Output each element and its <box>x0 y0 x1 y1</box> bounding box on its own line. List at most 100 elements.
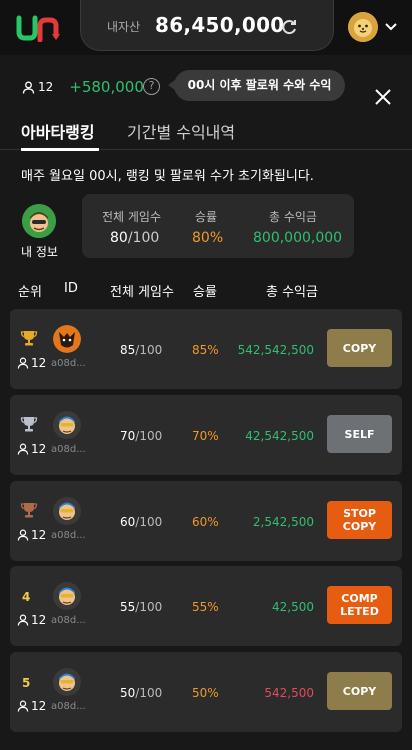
row-follower-count: 12 <box>31 442 47 456</box>
my-stats-box: 전체 게임수 승률 총 수익금 80/100 80% 800,000,000 <box>82 194 354 258</box>
win-rate: 70% <box>192 429 219 443</box>
win-rate: 55% <box>192 600 219 614</box>
self-button[interactable]: SELF <box>327 415 392 453</box>
total-earnings: 542,542,500 <box>237 343 314 357</box>
follower-profit: +580,000 <box>69 78 144 96</box>
col-rank: 순위 <box>18 285 42 300</box>
table-row: 12 a08d... 60/100 60% 2,542,500 STOP COPY <box>10 481 402 561</box>
trophy-icon <box>20 503 38 518</box>
lion-avatar-icon[interactable] <box>348 12 378 42</box>
follower-count: 12 <box>38 80 54 94</box>
my-avatar-icon[interactable] <box>22 204 56 238</box>
table-row: 4 12 a08d... 55/100 55% 42,500 COMP LETED <box>10 566 402 646</box>
games-played: 60/100 <box>120 515 162 529</box>
copy-button[interactable]: COPY <box>327 672 392 710</box>
games-total: /100 <box>135 515 163 529</box>
top-bar: 내자산 86,450,000 <box>0 0 412 55</box>
follower-count-group: 12 <box>17 442 46 456</box>
games-played-value: 85 <box>120 343 136 357</box>
asset-pill: 내자산 86,450,000 <box>80 0 334 51</box>
asset-value: 86,450,000 <box>155 13 285 37</box>
my-earnings-header: 총 수익금 <box>269 210 317 224</box>
trader-avatar-icon[interactable] <box>53 582 81 610</box>
person-icon <box>17 700 29 712</box>
my-games-header: 전체 게임수 <box>102 210 162 224</box>
follower-count-group: 12 <box>17 699 46 713</box>
tab-avatar-ranking[interactable]: 아바타랭킹 <box>21 119 95 143</box>
rank-number: 4 <box>22 590 31 604</box>
col-id: ID <box>64 281 78 296</box>
my-games-played: 80 <box>110 230 128 246</box>
person-icon <box>17 529 29 541</box>
active-tab-indicator <box>21 148 99 151</box>
total-earnings: 42,542,500 <box>245 429 314 443</box>
table-row: 5 12 a08d... 50/100 50% 542,500 COPY <box>10 652 402 732</box>
trophy-icon <box>20 331 38 346</box>
trader-avatar-icon[interactable] <box>53 497 81 525</box>
tab-bar: 아바타랭킹 기간별 수익내역 <box>0 110 412 151</box>
follower-count-group: 12 <box>17 528 46 542</box>
games-played: 50/100 <box>120 686 162 700</box>
total-earnings: 2,542,500 <box>252 515 314 529</box>
my-earnings-value: 800,000,000 <box>253 230 343 246</box>
games-played-value: 50 <box>120 686 136 700</box>
stop-copy-button[interactable]: STOP COPY <box>327 501 392 539</box>
follower-tooltip: 00시 이후 팔로워 수와 수익 <box>168 70 345 101</box>
person-icon <box>17 357 29 369</box>
person-icon <box>22 81 35 94</box>
games-played: 55/100 <box>120 600 162 614</box>
trader-id: a08d... <box>51 444 86 455</box>
my-winrate-header: 승률 <box>195 210 218 224</box>
games-played: 85/100 <box>120 343 162 357</box>
follower-summary: 12 +580,000 <box>22 77 144 97</box>
total-earnings: 42,500 <box>272 600 314 614</box>
follower-count-group: 12 <box>17 613 46 627</box>
person-icon <box>17 614 29 626</box>
trader-avatar-icon[interactable] <box>53 668 81 696</box>
follower-count-group: 12 <box>17 356 46 370</box>
asset-label: 내자산 <box>107 20 141 34</box>
help-icon[interactable]: ? <box>143 78 160 95</box>
win-rate: 60% <box>192 515 219 529</box>
trader-id: a08d... <box>51 530 86 541</box>
row-follower-count: 12 <box>31 356 47 370</box>
trader-id: a08d... <box>51 615 86 626</box>
games-total: /100 <box>135 429 163 443</box>
close-icon[interactable] <box>374 88 392 106</box>
trader-avatar-icon[interactable] <box>53 411 81 439</box>
reset-notice: 매주 월요일 00시, 랭킹 및 팔로워 수가 초기화됩니다. <box>21 169 314 184</box>
chevron-down-icon[interactable] <box>384 21 398 33</box>
person-icon <box>17 443 29 455</box>
my-games-total: /100 <box>127 230 160 246</box>
games-total: /100 <box>135 686 163 700</box>
stop-copy-button[interactable]: COMP LETED <box>327 586 392 624</box>
col-earnings: 총 수익금 <box>266 285 318 300</box>
win-rate: 50% <box>192 686 219 700</box>
my-games-value: 80/100 <box>110 230 159 246</box>
row-follower-count: 12 <box>31 699 47 713</box>
logo-icon[interactable] <box>16 12 60 42</box>
col-winrate: 승률 <box>193 285 217 300</box>
row-follower-count: 12 <box>31 613 47 627</box>
games-played: 70/100 <box>120 429 162 443</box>
games-total: /100 <box>135 600 163 614</box>
trader-id: a08d... <box>51 701 86 712</box>
trophy-icon <box>20 417 38 432</box>
games-played-value: 60 <box>120 515 136 529</box>
rank-number: 5 <box>22 676 31 690</box>
games-played-value: 55 <box>120 600 136 614</box>
win-rate: 85% <box>192 343 219 357</box>
col-games: 전체 게임수 <box>110 285 174 300</box>
refresh-icon[interactable] <box>279 17 299 37</box>
games-total: /100 <box>135 343 163 357</box>
table-row: 12 a08d... 70/100 70% 42,542,500 SELF <box>10 395 402 475</box>
total-earnings: 542,500 <box>264 686 314 700</box>
trader-id: a08d... <box>51 358 86 369</box>
row-follower-count: 12 <box>31 528 47 542</box>
table-row: 12 a08d... 85/100 85% 542,542,500 COPY <box>10 309 402 389</box>
tab-period-earnings[interactable]: 기간별 수익내역 <box>127 119 235 143</box>
trader-avatar-icon[interactable] <box>53 325 81 353</box>
copy-button[interactable]: COPY <box>327 329 392 367</box>
my-winrate-value: 80% <box>192 230 224 246</box>
my-info-label: 내 정보 <box>21 245 58 259</box>
